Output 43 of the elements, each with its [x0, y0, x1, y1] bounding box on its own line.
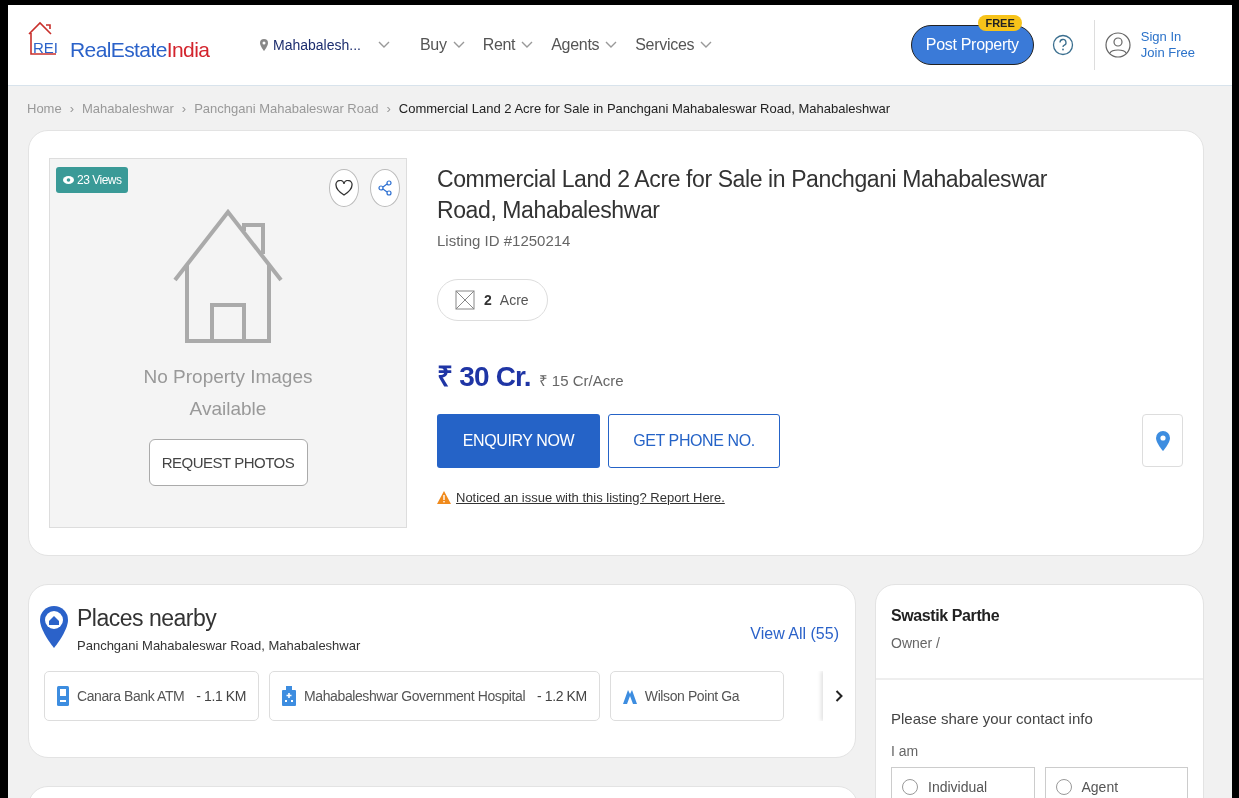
place-chip[interactable]: Canara Bank ATM - 1.1 KM [44, 671, 260, 721]
logo-mark: REI [33, 39, 58, 56]
price-per-acre: ₹ 15 Cr/Acre [538, 371, 624, 390]
place-name: Mahabaleshwar Government Hospital [304, 688, 526, 704]
location-dropdown[interactable]: Mahabalesh... [260, 37, 390, 53]
contact-prompt: Please share your contact info [891, 710, 1094, 727]
join-free-link[interactable]: Join Free [1140, 45, 1195, 61]
place-name: Canara Bank ATM [77, 688, 185, 704]
breadcrumb-separator: › [386, 100, 391, 116]
place-distance: - 1.2 KM [537, 688, 587, 704]
radio-option[interactable]: Individual [891, 767, 1035, 798]
breadcrumb-link[interactable]: Commercial Land 2 Acre for Sale in Panchgani Mahabaleswar Road, Mahabaleshwar [398, 100, 891, 116]
listing-id: Listing ID #1250214 [437, 232, 571, 249]
place-distance: - 1.1 KM [196, 688, 247, 704]
sign-in-link[interactable]: Sign In [1140, 29, 1195, 45]
section-title: Places nearby [77, 605, 218, 632]
owner-role: Owner / [891, 635, 941, 651]
listing-title: Commercial Land 2 Acre for Sale in Panchgani Mahabaleswar Road, Mahabaleshwar [437, 165, 1049, 225]
place-name: Wilson Point Ga [644, 688, 740, 704]
field-label: I am [891, 743, 920, 759]
place-chip[interactable]: Wilson Point Ga [609, 671, 785, 721]
enquiry-button[interactable]: ENQUIRY NOW [437, 414, 600, 468]
breadcrumb-separator: › [181, 100, 187, 116]
no-images-text: No Property Images Available [142, 365, 314, 421]
area-unit: Acre [499, 292, 529, 308]
nav-menu-item[interactable]: Agents [551, 36, 618, 54]
request-photos-button[interactable]: REQUEST PHOTOS [148, 439, 308, 486]
nav-menu-item[interactable]: Services [635, 36, 713, 54]
breadcrumb-separator: › [69, 100, 75, 116]
area-value: 2 [484, 292, 492, 308]
nav-menu-item[interactable]: Rent [482, 36, 534, 54]
owner-name: Swastik Parthe [891, 607, 1001, 625]
price: ₹ 30 Cr. [437, 360, 531, 394]
place-chip[interactable]: Mahabaleshwar Government Hospital - 1.2 KM [269, 671, 600, 721]
view-all-link[interactable]: View All (55) [750, 625, 839, 643]
radio-option[interactable]: Agent [1044, 767, 1188, 798]
section-subtitle: Panchgani Mahabaleswar Road, Mahabaleshwar [77, 638, 361, 653]
nav-menu-item[interactable]: Buy [419, 36, 465, 54]
get-phone-button[interactable]: GET PHONE NO. [608, 414, 780, 468]
report-link[interactable]: Noticed an issue with this listing? Report Here. [456, 490, 725, 505]
views-badge: 23 Views [56, 167, 129, 193]
logo-text[interactable]: RealEstateIndia [70, 38, 210, 62]
free-badge: FREE [978, 15, 1022, 31]
